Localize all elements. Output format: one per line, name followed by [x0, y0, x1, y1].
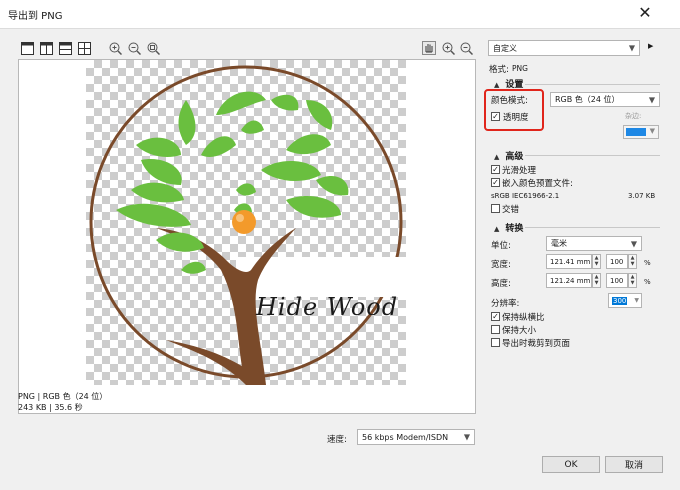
logo-image — [89, 65, 406, 385]
hand-pan-icon[interactable] — [421, 40, 437, 56]
interlace-label: 交错 — [502, 205, 520, 215]
antialias-label: 光滑处理 — [502, 166, 537, 176]
height-input[interactable]: 121.24 mm — [546, 273, 592, 288]
chevron-down-icon: ▼ — [628, 43, 635, 53]
keep-size-label: 保持大小 — [502, 326, 537, 336]
color-profile-size: 3.07 KB — [628, 192, 656, 200]
speed-label: 速度: — [327, 435, 347, 445]
width-percent-input[interactable]: 100 — [606, 254, 628, 269]
transform-header[interactable]: ▲ 转换 — [494, 221, 523, 234]
ok-button[interactable]: OK — [542, 456, 600, 473]
height-label: 高度: — [491, 279, 511, 289]
collapse-icon: ▲ — [494, 153, 500, 161]
keep-ratio-checkbox[interactable]: ✓ — [491, 312, 500, 321]
height-percent-input[interactable]: 100 — [606, 273, 628, 288]
divider — [525, 227, 660, 228]
unit-value: 毫米 — [551, 239, 567, 248]
percent-sign: % — [644, 259, 651, 267]
layout-single-icon[interactable] — [19, 40, 35, 56]
window-title: 导出到 PNG — [8, 11, 63, 22]
logo-text: Hide Wood — [256, 293, 399, 321]
info-size-line: 243 KB | 35.6 秒 — [18, 403, 83, 412]
collapse-icon: ▲ — [494, 225, 500, 233]
close-button[interactable]: ✕ — [620, 2, 670, 24]
collapse-icon: ▲ — [494, 81, 500, 89]
color-profile-name: sRGB IEC61966-2.1 — [491, 192, 560, 200]
chevron-down-icon: ▼ — [634, 297, 639, 304]
format-label: 格式: — [489, 65, 509, 75]
preset-dropdown[interactable]: 自定义 ▼ — [488, 40, 640, 56]
layout-split-vertical-icon[interactable] — [38, 40, 54, 56]
zoom-in-icon[interactable] — [107, 40, 123, 56]
antialias-checkbox[interactable]: ✓ — [491, 165, 500, 174]
width-label: 宽度: — [491, 260, 511, 270]
resolution-label: 分辨率: — [491, 299, 520, 309]
format-value: PNG — [512, 64, 528, 73]
chevron-down-icon: ▼ — [648, 95, 655, 104]
width-input[interactable]: 121.41 mm — [546, 254, 592, 269]
divider — [525, 155, 660, 156]
chevron-right-icon[interactable]: ▶ — [648, 42, 653, 50]
layout-quad-icon[interactable] — [76, 40, 92, 56]
matte-color-picker[interactable]: ▼ — [623, 125, 659, 139]
color-mode-dropdown[interactable]: RGB 色（24 位） ▼ — [550, 92, 660, 107]
preset-value: 自定义 — [493, 43, 517, 53]
speed-dropdown[interactable]: 56 kbps Modem/ISDN ▼ — [357, 429, 475, 445]
unit-label: 单位: — [491, 241, 511, 251]
zoom-out-icon[interactable] — [458, 40, 474, 56]
chevron-down-icon: ▼ — [630, 239, 637, 248]
divider — [525, 84, 660, 85]
highlight-annotation — [484, 89, 544, 131]
width-percent-stepper[interactable]: ▲ ▼ — [628, 254, 637, 269]
preview-info: PNG | RGB 色（24 位） 243 KB | 35.6 秒 — [18, 391, 107, 413]
export-dialog: Hide Wood PNG | RGB 色（24 位） 243 KB | 35.… — [0, 28, 680, 490]
zoom-in-icon[interactable] — [440, 40, 456, 56]
cancel-button[interactable]: 取消 — [605, 456, 663, 473]
keep-ratio-label: 保持纵横比 — [502, 313, 545, 323]
height-percent-stepper[interactable]: ▲ ▼ — [628, 273, 637, 288]
embed-profile-label: 嵌入颜色预置文件: — [502, 179, 573, 189]
matte-label: 杂边: — [625, 112, 642, 120]
layout-split-horizontal-icon[interactable] — [57, 40, 73, 56]
preview-pane[interactable]: Hide Wood — [18, 59, 476, 414]
unit-dropdown[interactable]: 毫米 ▼ — [546, 236, 642, 251]
zoom-out-icon[interactable] — [126, 40, 142, 56]
keep-size-checkbox[interactable] — [491, 325, 500, 334]
color-mode-value: RGB 色（24 位） — [555, 95, 620, 104]
info-format-line: PNG | RGB 色（24 位） — [18, 392, 108, 401]
matte-color-swatch — [626, 128, 646, 136]
zoom-fit-icon[interactable] — [145, 40, 161, 56]
height-stepper[interactable]: ▲ ▼ — [592, 273, 601, 288]
chevron-down-icon: ▼ — [649, 127, 655, 135]
percent-sign: % — [644, 278, 651, 286]
advanced-header[interactable]: ▲ 高级 — [494, 149, 523, 162]
crop-to-page-checkbox[interactable] — [491, 338, 500, 347]
speed-value: 56 kbps Modem/ISDN — [362, 432, 449, 442]
crop-to-page-label: 导出时裁剪到页面 — [502, 339, 571, 349]
title-bar: 导出到 PNG ✕ — [0, 0, 680, 28]
interlace-checkbox[interactable] — [491, 204, 500, 213]
embed-profile-checkbox[interactable]: ✓ — [491, 178, 500, 187]
chevron-down-icon: ▼ — [463, 432, 470, 442]
resolution-dropdown[interactable]: 300 ▼ — [608, 293, 642, 308]
width-stepper[interactable]: ▲ ▼ — [592, 254, 601, 269]
